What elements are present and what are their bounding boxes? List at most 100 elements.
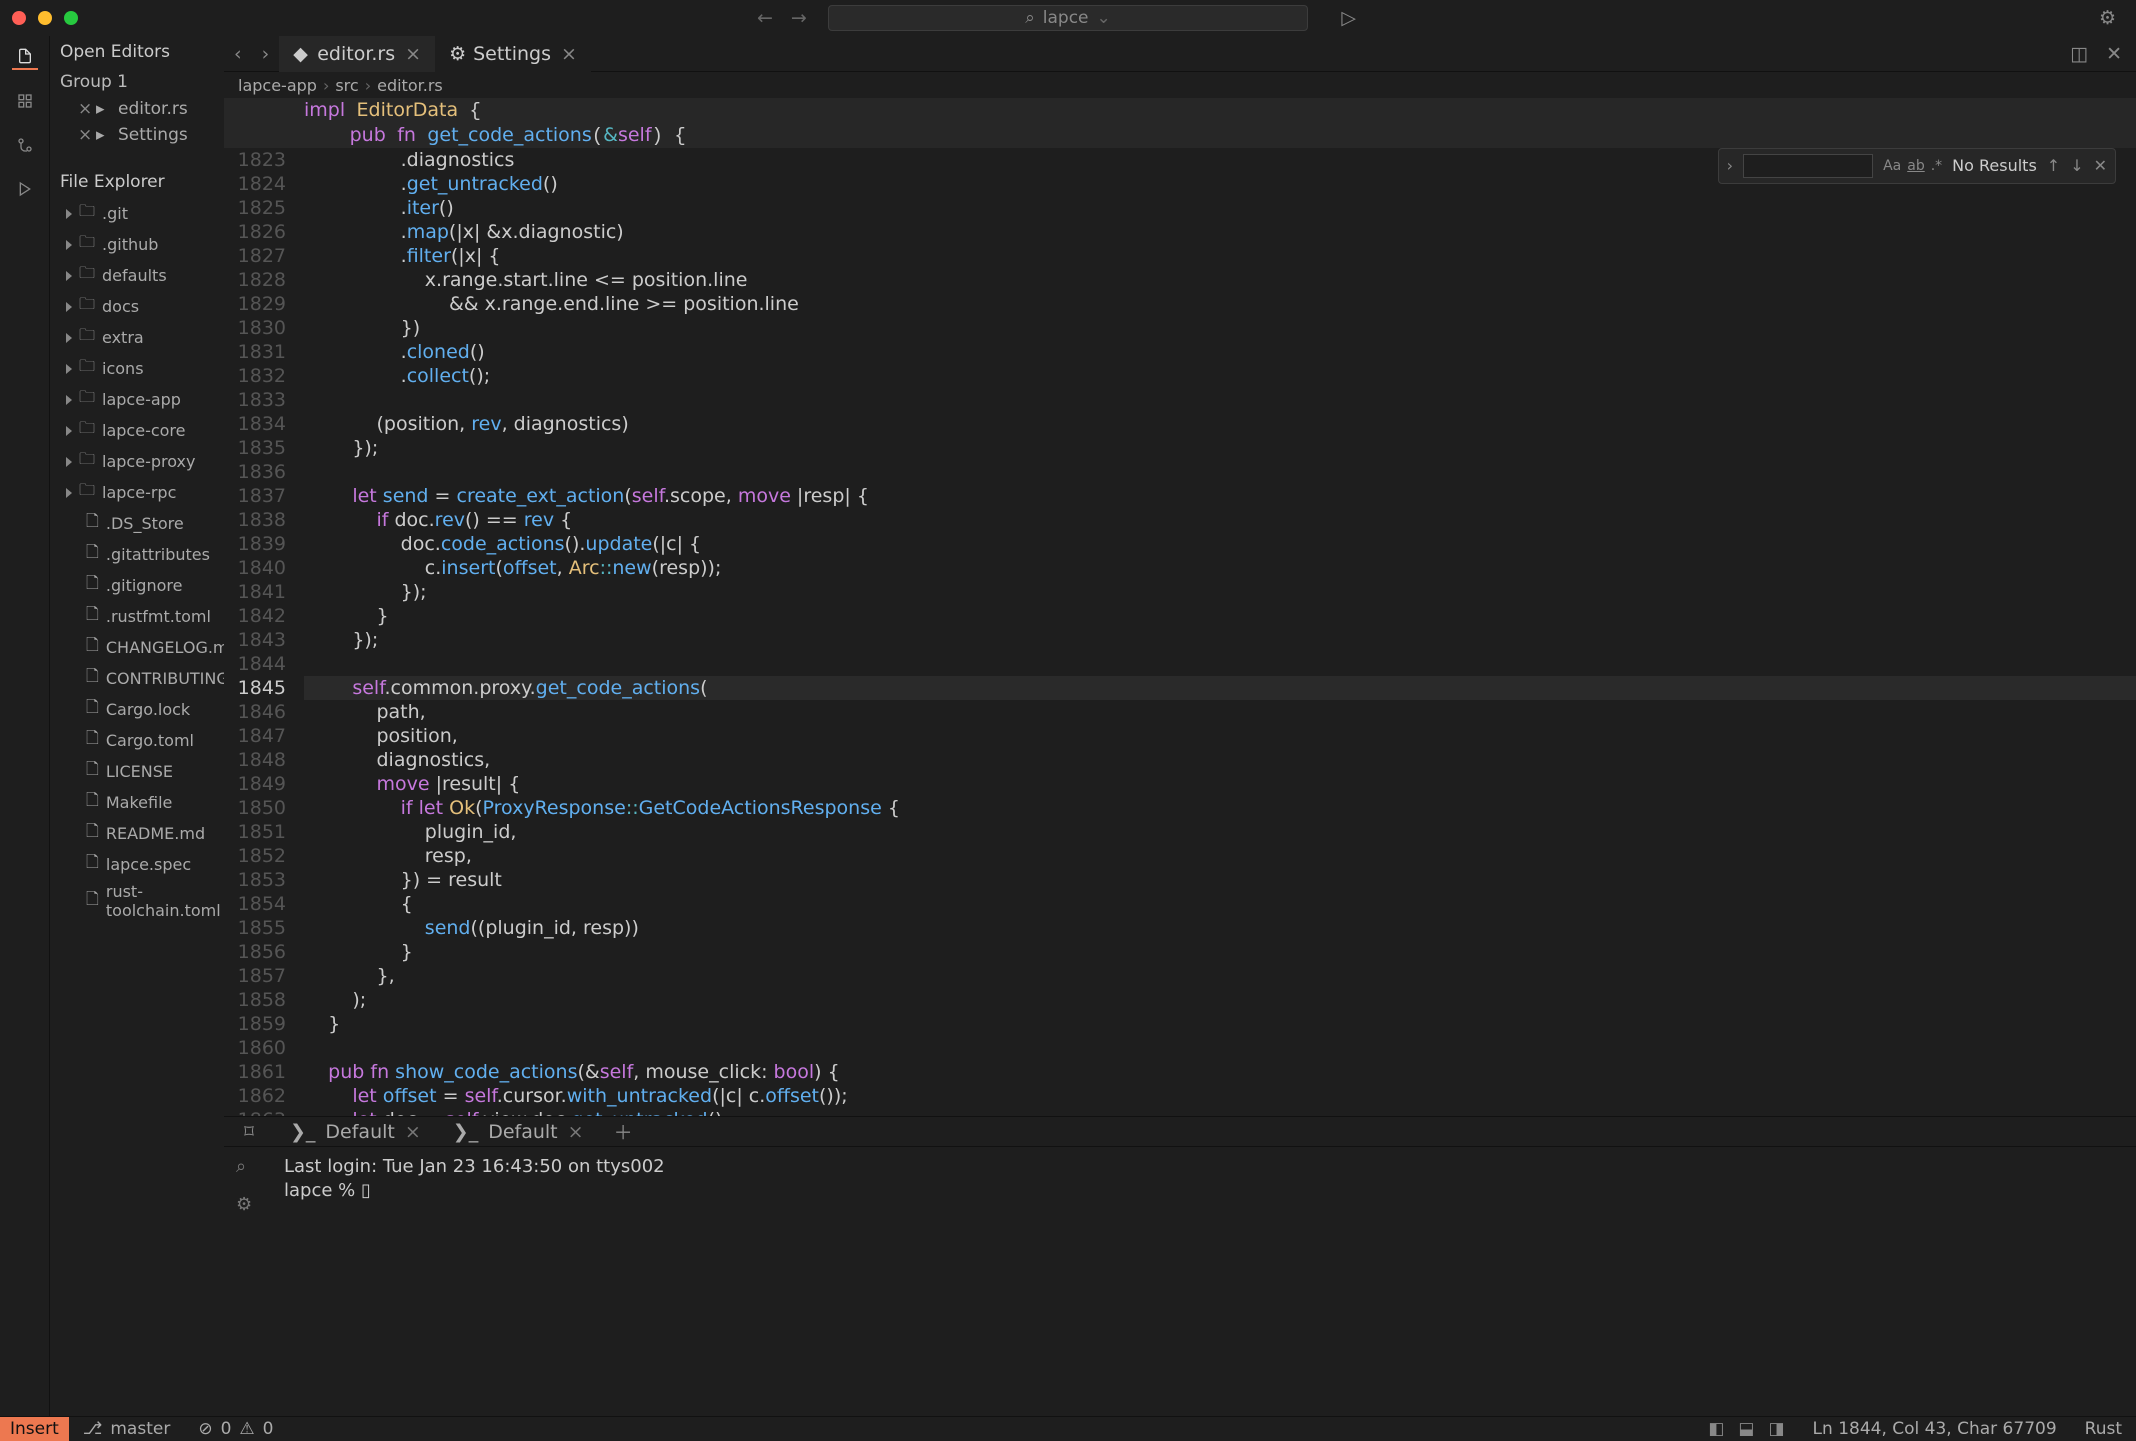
close-editor-icon[interactable]: ✕ xyxy=(2106,43,2122,65)
code-line[interactable]: } xyxy=(304,940,2136,964)
code-line[interactable]: }); xyxy=(304,580,2136,604)
code-line[interactable] xyxy=(304,460,2136,484)
terminal[interactable]: ⌕ ⚙︎ Last login: Tue Jan 23 16:43:50 on … xyxy=(224,1147,2136,1416)
file-item[interactable]: 🗋.gitattributes xyxy=(50,539,224,570)
regex-icon[interactable]: .* xyxy=(1931,154,1942,178)
file-item[interactable]: 🗋Cargo.toml xyxy=(50,725,224,756)
folder-item[interactable]: 🗀icons xyxy=(50,353,224,384)
code-line[interactable]: if doc.rev() == rev { xyxy=(304,508,2136,532)
close-icon[interactable]: × xyxy=(78,125,88,145)
code-line[interactable]: .map(|x| &x.diagnostic) xyxy=(304,220,2136,244)
close-icon[interactable]: × xyxy=(78,99,88,119)
code-line[interactable]: (position, rev, diagnostics) xyxy=(304,412,2136,436)
code-line[interactable]: .filter(|x| { xyxy=(304,244,2136,268)
file-explorer-header[interactable]: File Explorer xyxy=(50,166,224,198)
code-line[interactable]: }, xyxy=(304,964,2136,988)
terminal-tab[interactable]: ❯_Default× xyxy=(437,1117,600,1147)
code-line[interactable]: plugin_id, xyxy=(304,820,2136,844)
code-line[interactable]: diagnostics, xyxy=(304,748,2136,772)
back-icon[interactable]: ← xyxy=(757,7,773,29)
file-item[interactable]: 🗋.rustfmt.toml xyxy=(50,601,224,632)
code-line[interactable]: let send = create_ext_action(self.scope,… xyxy=(304,484,2136,508)
code-line[interactable]: } xyxy=(304,1012,2136,1036)
new-terminal-icon[interactable]: ＋ xyxy=(600,1118,647,1145)
file-item[interactable]: 🗋.gitignore xyxy=(50,570,224,601)
settings-gear-icon[interactable]: ⚙︎ xyxy=(2099,7,2116,29)
code-line[interactable]: send((plugin_id, resp)) xyxy=(304,916,2136,940)
plugin-icon[interactable] xyxy=(12,88,38,114)
command-search[interactable]: ⌕ lapce ⌄ xyxy=(828,5,1308,31)
code-line[interactable]: .iter() xyxy=(304,196,2136,220)
folder-item[interactable]: 🗀defaults xyxy=(50,260,224,291)
code-line[interactable]: }); xyxy=(304,628,2136,652)
folder-item[interactable]: 🗀lapce-rpc xyxy=(50,477,224,508)
code-line[interactable]: resp, xyxy=(304,844,2136,868)
editor-tab[interactable]: ⚙︎Settings× xyxy=(435,36,591,72)
terminal-settings-icon[interactable]: ⚙︎ xyxy=(236,1193,252,1217)
find-close-icon[interactable]: ✕ xyxy=(2094,154,2107,178)
whole-word-icon[interactable]: ab xyxy=(1907,154,1924,178)
git-branch[interactable]: ⎇ master xyxy=(69,1419,185,1439)
folder-item[interactable]: 🗀.github xyxy=(50,229,224,260)
file-item[interactable]: 🗋CHANGELOG.md xyxy=(50,632,224,663)
cursor-position[interactable]: Ln 1844, Col 43, Char 67709 xyxy=(1799,1419,2071,1439)
file-item[interactable]: 🗋Makefile xyxy=(50,787,224,818)
folder-item[interactable]: 🗀lapce-proxy xyxy=(50,446,224,477)
code-line[interactable]: c.insert(offset, Arc::new(resp)); xyxy=(304,556,2136,580)
file-item[interactable]: 🗋lapce.spec xyxy=(50,849,224,880)
panel-bottom-icon[interactable]: ⬓ xyxy=(1738,1419,1754,1439)
folder-item[interactable]: 🗀.git xyxy=(50,198,224,229)
code-line[interactable] xyxy=(304,1036,2136,1060)
minimize-window-button[interactable] xyxy=(38,11,52,25)
panel-toggle-icons[interactable]: ◧ ⬓ ◨ xyxy=(1694,1419,1798,1439)
close-icon[interactable]: × xyxy=(405,43,421,65)
expand-replace-icon[interactable]: › xyxy=(1727,154,1733,178)
scm-icon[interactable] xyxy=(12,132,38,158)
file-item[interactable]: 🗋README.md xyxy=(50,818,224,849)
panel-right-icon[interactable]: ◨ xyxy=(1768,1419,1784,1439)
code-line[interactable]: doc.code_actions().update(|c| { xyxy=(304,532,2136,556)
match-case-icon[interactable]: Aa xyxy=(1883,154,1901,178)
code-line[interactable]: position, xyxy=(304,724,2136,748)
file-item[interactable]: 🗋LICENSE xyxy=(50,756,224,787)
open-editor-item[interactable]: ×▸editor.rs xyxy=(50,96,224,122)
file-item[interactable]: 🗋CONTRIBUTING.md xyxy=(50,663,224,694)
run-icon[interactable]: ▷ xyxy=(1341,7,1356,29)
folder-item[interactable]: 🗀docs xyxy=(50,291,224,322)
breadcrumb[interactable]: lapce-app › src › editor.rs xyxy=(224,72,2136,98)
open-editor-item[interactable]: ×▸Settings xyxy=(50,122,224,148)
code-line[interactable] xyxy=(304,388,2136,412)
forward-icon[interactable]: → xyxy=(791,7,807,29)
maximize-window-button[interactable] xyxy=(64,11,78,25)
code-line[interactable]: .cloned() xyxy=(304,340,2136,364)
terminal-tab[interactable]: ❯_Default× xyxy=(274,1117,437,1147)
code-line[interactable]: self.common.proxy.get_code_actions( xyxy=(304,676,2136,700)
code-line[interactable] xyxy=(304,652,2136,676)
file-item[interactable]: 🗋rust-toolchain.toml xyxy=(50,880,224,922)
terminal-search-icon[interactable]: ⌕ xyxy=(236,1155,252,1179)
open-editors-header[interactable]: Open Editors xyxy=(50,36,224,68)
close-icon[interactable]: × xyxy=(561,43,577,65)
breadcrumb-part[interactable]: src xyxy=(335,76,358,95)
close-icon[interactable]: × xyxy=(568,1121,584,1143)
code-line[interactable]: x.range.start.line <= position.line xyxy=(304,268,2136,292)
code-line[interactable]: }) = result xyxy=(304,868,2136,892)
find-prev-icon[interactable]: ↑ xyxy=(2047,154,2060,178)
diagnostics-summary[interactable]: ⊘0 ⚠0 xyxy=(184,1419,287,1439)
breadcrumb-part[interactable]: editor.rs xyxy=(377,76,443,95)
file-item[interactable]: 🗋Cargo.lock xyxy=(50,694,224,725)
split-editor-icon[interactable]: ◫ xyxy=(2070,43,2088,65)
code-line[interactable]: move |result| { xyxy=(304,772,2136,796)
code-content[interactable]: .diagnostics .get_untracked() .iter() .m… xyxy=(304,148,2136,1116)
close-window-button[interactable] xyxy=(12,11,26,25)
language-mode[interactable]: Rust xyxy=(2071,1419,2136,1439)
code-line[interactable]: path, xyxy=(304,700,2136,724)
code-line[interactable]: .collect(); xyxy=(304,364,2136,388)
code-editor[interactable]: 1823182418251826182718281829183018311832… xyxy=(224,148,2136,1116)
code-line[interactable]: let offset = self.cursor.with_untracked(… xyxy=(304,1084,2136,1108)
code-line[interactable]: { xyxy=(304,892,2136,916)
editor-tab[interactable]: ◆editor.rs× xyxy=(279,36,435,72)
code-line[interactable]: && x.range.end.line >= position.line xyxy=(304,292,2136,316)
code-line[interactable]: } xyxy=(304,604,2136,628)
close-icon[interactable]: × xyxy=(405,1121,421,1143)
